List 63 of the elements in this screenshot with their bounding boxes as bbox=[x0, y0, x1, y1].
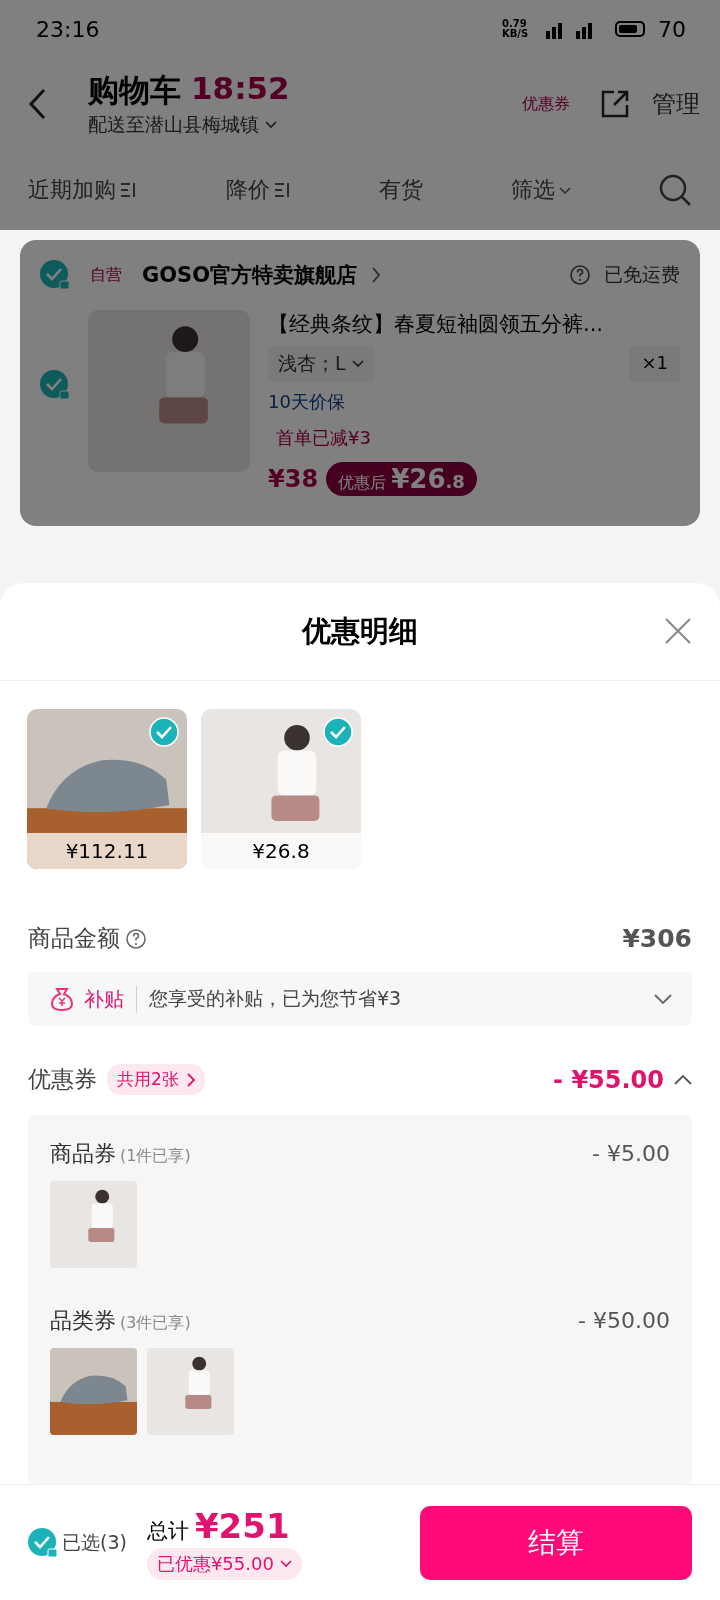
subsidy-text: 您享受的补贴，已为您节省¥3 bbox=[148, 986, 403, 1011]
sort-icon bbox=[120, 181, 138, 199]
chevron-down-icon bbox=[279, 1559, 292, 1568]
coupon-usage-note: (1件已享) bbox=[120, 1146, 191, 1167]
savings-tag[interactable]: 已优惠¥55.00 bbox=[146, 1547, 302, 1580]
delivery-address[interactable]: 配送至潜山县梅城镇 bbox=[88, 112, 259, 138]
back-icon[interactable] bbox=[28, 88, 48, 120]
coupon-usage-note: (3件已享) bbox=[120, 1313, 191, 1334]
filter-tab[interactable]: 近期加购 bbox=[28, 175, 138, 205]
subsidy-bar[interactable]: 补贴 您享受的补贴，已为您节省¥3 bbox=[28, 972, 692, 1026]
total-amount: ¥251 bbox=[194, 1505, 290, 1546]
help-icon[interactable] bbox=[570, 265, 590, 285]
coupon-type: 品类券 bbox=[50, 1307, 116, 1335]
battery-icon bbox=[614, 20, 648, 38]
filter-tab[interactable]: 有货 bbox=[379, 175, 423, 205]
page-title: 购物车 bbox=[88, 71, 181, 110]
money-bag-icon bbox=[48, 985, 76, 1013]
chevron-right-icon bbox=[186, 1072, 195, 1087]
product-title[interactable]: 【经典条纹】春夏短袖圆领五分裤... bbox=[268, 310, 604, 338]
filter-tab[interactable]: 降价 bbox=[225, 175, 292, 205]
discounted-price-badge: 优惠后 ¥26.8 bbox=[326, 462, 477, 496]
item-checkbox[interactable] bbox=[40, 370, 70, 400]
total-label: 总计 bbox=[146, 1517, 189, 1545]
coupon-type: 商品券 bbox=[50, 1140, 116, 1168]
help-icon[interactable] bbox=[126, 928, 146, 949]
dropdown-icon bbox=[558, 185, 571, 195]
quantity-button[interactable]: ×1 bbox=[629, 346, 680, 382]
countdown-timer: 18:52 bbox=[191, 70, 290, 108]
subtotal-label: 商品金额 bbox=[28, 924, 120, 953]
variant-selector[interactable]: 浅杏；L bbox=[268, 346, 374, 382]
select-all-checkbox[interactable] bbox=[28, 1527, 58, 1558]
checkout-button[interactable]: 结算 bbox=[420, 1505, 692, 1580]
product-price: ¥112.11 bbox=[27, 833, 187, 869]
manage-button[interactable]: 管理 bbox=[652, 88, 700, 120]
chevron-down-icon bbox=[351, 360, 364, 368]
chevron-right-icon bbox=[371, 266, 382, 284]
clock-time: 23:16 bbox=[36, 16, 100, 42]
share-icon[interactable] bbox=[600, 89, 630, 119]
price-guarantee: 10天价保 bbox=[268, 390, 345, 414]
store-name[interactable]: GOSO官方特卖旗舰店 bbox=[142, 261, 358, 289]
check-icon[interactable] bbox=[149, 717, 179, 747]
product-price: ¥26.8 bbox=[201, 833, 361, 869]
coupon-amount: - ¥55.00 bbox=[553, 1065, 664, 1094]
shared-coupons-tag[interactable]: 共用2张 bbox=[107, 1064, 205, 1095]
coupon-discount: - ¥50.00 bbox=[578, 1308, 670, 1333]
chevron-down-icon bbox=[265, 121, 277, 129]
coupon-label: 优惠券 bbox=[28, 1065, 97, 1094]
search-icon[interactable] bbox=[658, 173, 692, 207]
free-shipping-label: 已免运费 bbox=[604, 262, 680, 287]
filter-tab[interactable]: 筛选 bbox=[510, 175, 571, 205]
store-checkbox[interactable] bbox=[40, 260, 70, 290]
battery-level: 70 bbox=[658, 16, 686, 42]
selected-count: 已选(3) bbox=[62, 1529, 127, 1555]
sheet-title: 优惠明细 bbox=[302, 612, 418, 650]
check-icon[interactable] bbox=[323, 717, 353, 747]
subtotal-amount: ¥306 bbox=[622, 924, 692, 953]
subsidy-label: 补贴 bbox=[84, 985, 137, 1013]
coupon-discount: - ¥5.00 bbox=[592, 1141, 670, 1166]
close-icon[interactable] bbox=[664, 617, 692, 645]
sort-icon bbox=[273, 181, 292, 199]
network-speed: 0.79 KB/S bbox=[502, 19, 530, 39]
chevron-icon[interactable] bbox=[674, 1073, 692, 1086]
item-price: ¥38 bbox=[268, 465, 319, 493]
